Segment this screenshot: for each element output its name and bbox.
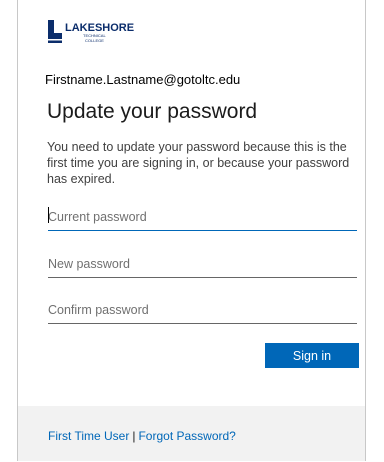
footer-links: First Time User | Forgot Password? [48,429,236,443]
text-cursor [48,207,49,223]
forgot-password-link[interactable]: Forgot Password? [138,429,235,443]
lakeshore-logo: LAKESHORE TECHNICAL COLLEGE [46,19,156,45]
confirm-password-input[interactable] [48,296,357,324]
first-time-user-link[interactable]: First Time User [48,429,129,443]
sign-in-button[interactable]: Sign in [265,343,359,368]
new-password-input[interactable] [48,250,357,278]
footer-separator: | [132,429,136,443]
account-email: Firstname.Lastname@gotoltc.edu [45,72,241,87]
logo-sub2: COLLEGE [85,38,104,43]
footer: First Time User | Forgot Password? [18,406,365,461]
lakeshore-logo-mark: LAKESHORE TECHNICAL COLLEGE [48,20,134,43]
sign-in-card: LAKESHORE TECHNICAL COLLEGE Firstname.La… [17,0,366,461]
page-title: Update your password [47,100,258,123]
current-password-input[interactable] [48,203,357,231]
page-description: You need to update your password because… [47,140,350,186]
